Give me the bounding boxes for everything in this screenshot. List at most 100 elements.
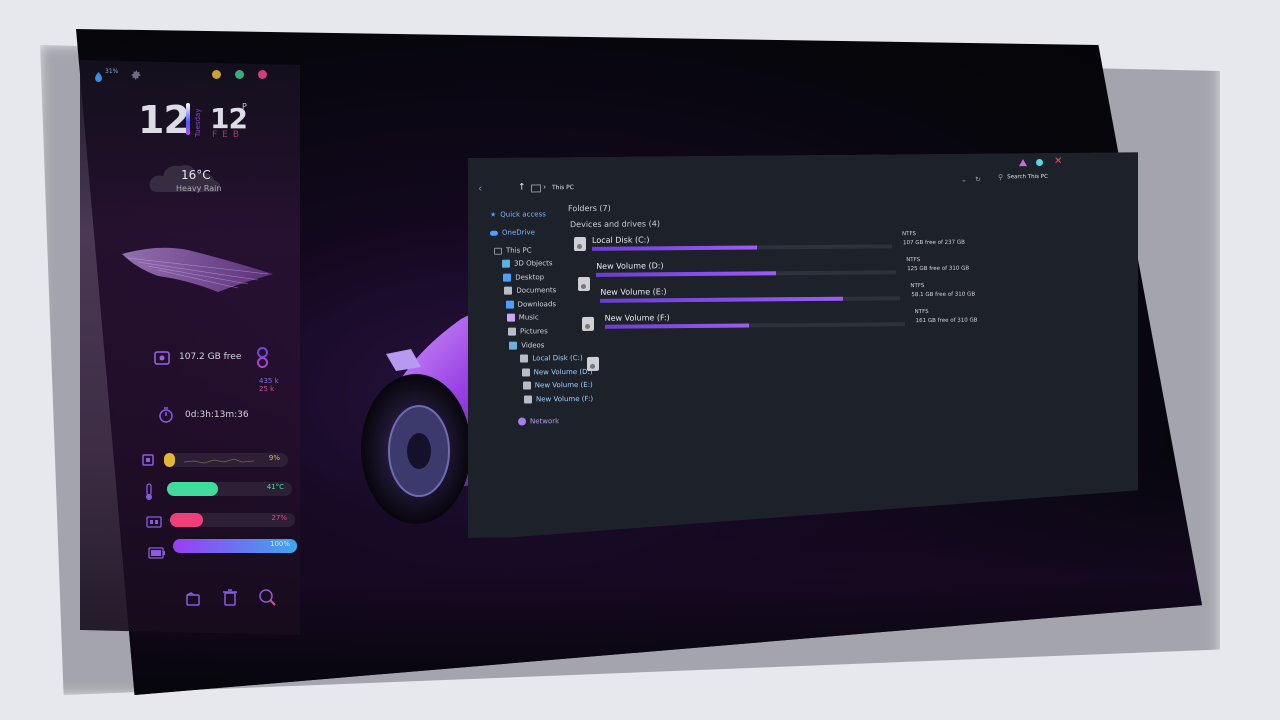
drive-usage-fill (605, 324, 749, 329)
nav-item[interactable]: New Volume (F:) (524, 395, 593, 404)
breadcrumb-chevron-icon: › (543, 182, 547, 192)
nav-item-icon (504, 287, 512, 295)
drive-free-space: 58.1 GB free of 310 GB (911, 291, 976, 299)
drive-usage-fill (596, 271, 776, 277)
nav-network[interactable]: Network (518, 417, 559, 425)
nav-item-icon (507, 314, 515, 322)
nav-item[interactable]: New Volume (D:) (522, 368, 593, 377)
folder-icon[interactable] (185, 591, 201, 611)
nav-item[interactable]: Videos (509, 341, 544, 349)
drive-usage-bar (592, 244, 892, 251)
drive-free-space: 125 GB free of 310 GB (907, 265, 970, 273)
nav-this-pc[interactable]: This PC (494, 246, 532, 254)
window-maximize[interactable] (1036, 159, 1043, 166)
clock-hours: 12 (138, 98, 190, 142)
drive-filesystem: NTFS (906, 257, 921, 264)
nav-quick-access-label: Quick access (500, 210, 546, 219)
window-close[interactable]: ✕ (1054, 156, 1062, 167)
nav-item-label: Videos (521, 340, 545, 350)
nav-item-label: New Volume (F:) (536, 394, 594, 404)
nav-quick-access[interactable]: ★ Quick access (490, 210, 546, 218)
clock-ampm: P (242, 102, 247, 111)
cpu-icon (140, 452, 156, 472)
dropdown-chevron-icon[interactable]: ⌄ (961, 176, 967, 184)
nav-item-label: New Volume (E:) (534, 381, 593, 390)
drive-name[interactable]: New Volume (E:) (600, 287, 666, 297)
up-arrow-icon[interactable]: ↑ (518, 182, 526, 192)
drive-usage-bar (596, 270, 896, 277)
dot-yellow[interactable] (212, 70, 221, 79)
disk-free: 107.2 GB free (179, 352, 242, 362)
nav-onedrive[interactable]: OneDrive (490, 228, 535, 236)
cpu-bar: 9% (164, 453, 288, 467)
nav-item-icon (523, 382, 531, 390)
net-down: 25 k (259, 385, 275, 393)
nav-item-label: Local Disk (C:) (532, 354, 583, 363)
uptime: 0d:3h:13m:36 (185, 410, 249, 420)
stopwatch-icon (158, 407, 174, 427)
dot-green[interactable] (235, 70, 244, 79)
cpu-label: 9% (268, 454, 280, 462)
ram-bar-fill (170, 513, 204, 527)
water-drop-icon (94, 67, 103, 86)
temp-bar: 41°C (167, 482, 292, 496)
clock-day: Tuesday (194, 108, 202, 137)
breadcrumb[interactable]: This PC (552, 184, 574, 191)
drive-name[interactable]: New Volume (D:) (596, 261, 663, 271)
nav-item[interactable]: Pictures (508, 327, 548, 335)
nav-item-label: Music (518, 313, 539, 322)
nav-item-label: Documents (516, 286, 557, 295)
nav-item[interactable]: Documents (504, 286, 556, 294)
nav-item[interactable]: Desktop (503, 273, 544, 281)
hard-drive-icon (578, 277, 590, 291)
search-icon[interactable] (258, 588, 276, 610)
drive-usage-fill (592, 245, 757, 250)
hard-drive-icon (587, 357, 599, 371)
drive-name[interactable]: Local Disk (C:) (592, 235, 650, 245)
refresh-icon[interactable]: ↻ (975, 176, 981, 184)
nav-network-label: Network (530, 417, 560, 426)
nav-item[interactable]: Music (507, 314, 539, 322)
drive-usage-bar (605, 322, 905, 329)
clock-divider (186, 103, 190, 135)
nav-item-label: New Volume (D:) (533, 367, 593, 377)
nav-item[interactable]: New Volume (E:) (523, 381, 593, 390)
nav-item-icon (503, 273, 511, 281)
back-icon[interactable]: ‹ (478, 182, 482, 195)
trash-icon[interactable] (222, 588, 238, 610)
file-explorer-window: ‹ ↑ › This PC ✕ ⌄ ↻ ⚲ Search This PC ★ Q… (468, 152, 1138, 538)
weather-condition: Heavy Rain (176, 184, 222, 193)
window-minimize[interactable] (1019, 159, 1027, 166)
dot-pink[interactable] (258, 70, 267, 79)
ram-label: 27% (271, 514, 287, 522)
drive-filesystem: NTFS (910, 283, 925, 290)
section-devices[interactable]: Devices and drives (4) (570, 219, 660, 229)
battery-bar: 100% (173, 539, 298, 553)
nav-onedrive-label: OneDrive (502, 228, 535, 237)
hard-drive-icon (574, 237, 586, 251)
section-folders[interactable]: Folders (7) (568, 204, 611, 213)
star-icon: ★ (490, 210, 497, 219)
nav-item[interactable]: Local Disk (C:) (520, 354, 582, 363)
top-percent: 31% (105, 68, 119, 75)
drive-name[interactable]: New Volume (F:) (605, 313, 670, 323)
nav-item-icon (502, 260, 510, 268)
net-down-indicator (257, 357, 268, 368)
search-box-placeholder: Search This PC (1007, 173, 1048, 181)
nav-item[interactable]: 3D Objects (502, 259, 553, 267)
hard-drive-icon (582, 317, 594, 331)
nav-item-label: Downloads (517, 300, 557, 309)
gear-icon[interactable] (130, 66, 142, 85)
battery-label: 100% (269, 540, 290, 548)
search-box[interactable]: ⚲ Search This PC (998, 173, 1048, 181)
cloud-icon (490, 230, 498, 235)
pc-icon-nav (494, 247, 502, 254)
network-icon (518, 417, 526, 425)
nav-item-icon (522, 368, 530, 376)
nav-item-label: Desktop (515, 272, 545, 282)
drive-usage-fill (600, 297, 843, 303)
ram-bar: 27% (170, 513, 295, 527)
nav-item-icon (524, 395, 532, 403)
nav-item-label: Pictures (520, 327, 548, 336)
nav-item[interactable]: Downloads (506, 300, 556, 308)
